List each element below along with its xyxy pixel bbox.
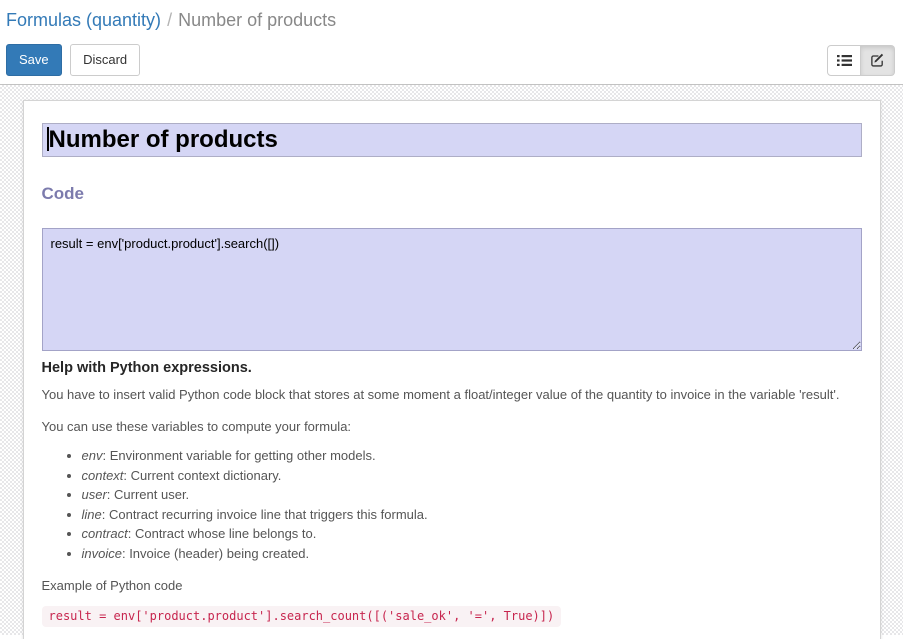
variable-name: invoice	[82, 546, 122, 561]
breadcrumb-separator: /	[167, 10, 172, 30]
save-button[interactable]: Save	[6, 44, 62, 76]
control-panel: Formulas (quantity) / Number of products S…	[0, 0, 903, 85]
help-intro: You have to insert valid Python code blo…	[42, 386, 862, 404]
left-buttons: Save Discard	[6, 44, 140, 76]
help-heading: Help with Python expressions.	[42, 358, 862, 378]
variable-item-line: line: Contract recurring invoice line th…	[82, 505, 862, 525]
variable-desc: : Current user.	[107, 487, 189, 502]
list-icon	[837, 54, 852, 67]
variable-item-context: context: Current context dictionary.	[82, 466, 862, 486]
view-switcher	[827, 45, 895, 76]
variable-desc: : Environment variable for getting other…	[102, 448, 375, 463]
variable-desc: : Current context dictionary.	[123, 468, 281, 483]
breadcrumb: Formulas (quantity) / Number of products	[6, 8, 897, 32]
list-view-button[interactable]	[827, 45, 861, 76]
breadcrumb-current: Number of products	[178, 10, 336, 30]
variable-name: context	[82, 468, 124, 483]
form-view-button[interactable]	[861, 45, 895, 76]
variable-desc: : Contract recurring invoice line that t…	[102, 507, 428, 522]
variable-desc: : Invoice (header) being created.	[122, 546, 309, 561]
variable-desc: : Contract whose line belongs to.	[128, 526, 317, 541]
text-cursor	[47, 127, 49, 151]
example-code: result = env['product.product'].search_c…	[42, 606, 562, 627]
example-label: Example of Python code	[42, 577, 862, 595]
edit-pencil-icon	[870, 53, 885, 68]
variables-intro: You can use these variables to compute y…	[42, 418, 862, 436]
variable-name: user	[82, 487, 107, 502]
variable-item-invoice: invoice: Invoice (header) being created.	[82, 544, 862, 564]
variable-name: line	[82, 507, 102, 522]
variable-item-user: user: Current user.	[82, 485, 862, 505]
variable-name: env	[82, 448, 103, 463]
code-input[interactable]: result = env['product.product'].search([…	[42, 228, 862, 351]
form-view-background: Number of products Code result = env['pr…	[0, 85, 903, 635]
help-block: Help with Python expressions. You have t…	[42, 358, 862, 627]
code-section-heading: Code	[42, 184, 862, 204]
variables-list: env: Environment variable for getting ot…	[42, 446, 862, 563]
variable-name: contract	[82, 526, 128, 541]
title-input[interactable]: Number of products	[42, 123, 862, 157]
title-text: Number of products	[49, 126, 278, 153]
button-row: Save Discard	[6, 44, 897, 76]
variable-item-contract: contract: Contract whose line belongs to…	[82, 524, 862, 544]
breadcrumb-parent-link[interactable]: Formulas (quantity)	[6, 10, 161, 30]
variable-item-env: env: Environment variable for getting ot…	[82, 446, 862, 466]
form-sheet: Number of products Code result = env['pr…	[23, 100, 881, 639]
discard-button[interactable]: Discard	[70, 44, 140, 76]
